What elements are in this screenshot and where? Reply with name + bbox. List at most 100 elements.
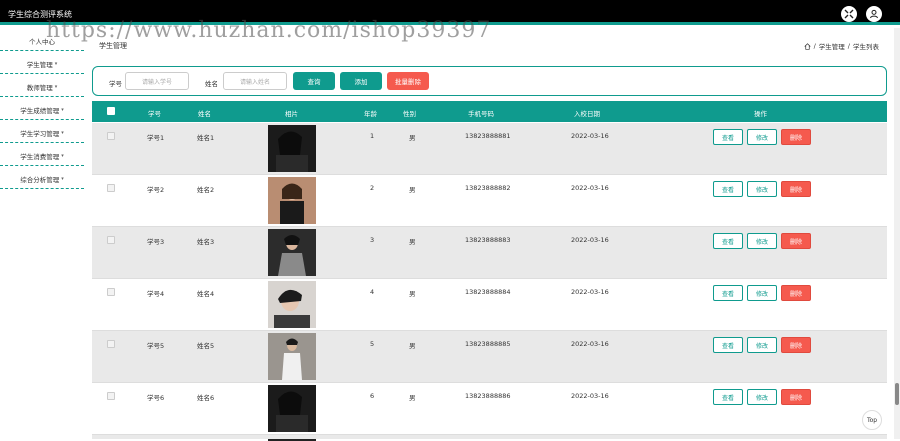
view-button[interactable]: 查看	[713, 129, 743, 145]
sidebar: 个人中心 学生管理 ▾ 教师管理 ▾ 学生成绩管理 ▾ 学生学习管理 ▾ 学生消…	[0, 28, 84, 439]
cell-date: 2022-03-16	[571, 392, 609, 400]
view-button[interactable]: 查看	[713, 389, 743, 405]
cell-student-no: 学号4	[147, 290, 165, 298]
cell-date: 2022-03-16	[571, 340, 609, 348]
column-header-name[interactable]: 姓名	[198, 108, 211, 118]
cell-gender: 男	[409, 238, 416, 246]
add-button[interactable]: 添加	[340, 72, 382, 90]
column-header-student-no[interactable]: 学号	[148, 108, 161, 118]
edit-button[interactable]: 修改	[747, 129, 777, 145]
cell-student-no: 学号1	[147, 134, 165, 142]
row-checkbox[interactable]	[107, 132, 115, 140]
sidebar-item-student-management[interactable]: 学生管理 ▾	[0, 54, 84, 74]
user-icon	[870, 9, 878, 19]
chevron-down-icon: ▾	[61, 152, 64, 159]
edit-button[interactable]: 修改	[747, 181, 777, 197]
home-icon[interactable]	[804, 42, 811, 50]
breadcrumb-level-1[interactable]: 学生管理	[819, 41, 845, 51]
sidebar-item-personal-center[interactable]: 个人中心	[0, 31, 84, 51]
cell-student-no: 学号2	[147, 186, 165, 194]
query-button[interactable]: 查询	[293, 72, 335, 90]
view-button[interactable]: 查看	[713, 285, 743, 301]
chevron-down-icon: ▾	[54, 83, 58, 90]
sidebar-item-consumption-management[interactable]: 学生消费管理 ▾	[0, 146, 84, 166]
sidebar-item-label: 学生成绩管理	[20, 106, 60, 115]
row-checkbox[interactable]	[107, 340, 115, 348]
student-photo	[268, 385, 316, 432]
student-no-input[interactable]: 请输入学号	[125, 72, 189, 90]
sidebar-item-teacher-management[interactable]: 教师管理 ▾	[0, 77, 84, 97]
cell-name: 姓名6	[197, 394, 215, 402]
column-header-date[interactable]: 入校日期	[574, 108, 600, 118]
top-bar: 学生综合测评系统	[0, 0, 900, 25]
cell-phone: 13823888883	[465, 236, 511, 244]
view-button[interactable]: 查看	[713, 337, 743, 353]
cell-gender: 男	[409, 342, 416, 350]
view-button[interactable]: 查看	[713, 233, 743, 249]
cell-gender: 男	[409, 186, 416, 194]
chevron-down-icon: ▾	[61, 106, 64, 113]
cell-gender: 男	[409, 134, 416, 142]
delete-button[interactable]: 删除	[781, 181, 811, 197]
row-checkbox[interactable]	[107, 184, 115, 192]
student-photo	[268, 229, 316, 276]
cell-student-no: 学号3	[147, 238, 165, 246]
batch-delete-button[interactable]: 批量删除	[387, 72, 429, 90]
column-header-age[interactable]: 年龄	[364, 108, 377, 118]
fullscreen-icon	[844, 9, 854, 19]
table-row: 学号2 姓名2 2 男 13823888882 2022-03-16 查看 修改…	[92, 175, 887, 227]
cell-student-no: 学号6	[147, 394, 165, 402]
back-to-top-button[interactable]: Top	[862, 410, 882, 430]
student-no-label: 学号	[109, 80, 122, 88]
sidebar-item-label: 个人中心	[29, 37, 55, 46]
table-row: 学号6 姓名6 6 男 13823888886 2022-03-16 查看 修改…	[92, 383, 887, 435]
column-header-actions: 操作	[754, 110, 767, 118]
sidebar-item-label: 学生消费管理	[20, 152, 60, 161]
delete-button[interactable]: 删除	[781, 285, 811, 301]
user-menu-button[interactable]	[866, 6, 882, 22]
delete-button[interactable]: 删除	[781, 337, 811, 353]
cell-name: 姓名2	[197, 186, 215, 194]
fullscreen-button[interactable]	[841, 6, 857, 22]
cell-age: 1	[370, 132, 375, 140]
sidebar-item-study-management[interactable]: 学生学习管理 ▾	[0, 123, 84, 143]
page-title: 学生管理	[99, 42, 127, 50]
cell-name: 姓名4	[197, 290, 215, 298]
breadcrumb-separator: /	[847, 42, 850, 50]
cell-phone: 13823888882	[465, 184, 511, 192]
name-label: 姓名	[205, 80, 218, 88]
table-row: 学号1 姓名1 1 男 13823888881 2022-03-16 查看 修改…	[92, 123, 887, 175]
view-button[interactable]: 查看	[713, 181, 743, 197]
breadcrumb: / 学生管理 / 学生列表	[804, 41, 879, 51]
cell-age: 6	[370, 392, 375, 400]
student-photo	[268, 437, 316, 441]
chevron-down-icon: ▾	[54, 60, 58, 67]
cell-phone: 13823888884	[465, 288, 511, 296]
edit-button[interactable]: 修改	[747, 389, 777, 405]
row-checkbox[interactable]	[107, 288, 115, 296]
cell-phone: 13823888881	[465, 132, 511, 140]
edit-button[interactable]: 修改	[747, 285, 777, 301]
name-input[interactable]: 请输入姓名	[223, 72, 287, 90]
column-header-phone[interactable]: 手机号码	[468, 108, 494, 118]
cell-age: 4	[370, 288, 375, 296]
column-header-photo: 相片	[285, 110, 298, 118]
row-checkbox[interactable]	[107, 392, 115, 400]
scrollbar-thumb[interactable]	[895, 383, 899, 405]
cell-age: 2	[370, 184, 375, 192]
sidebar-item-grade-management[interactable]: 学生成绩管理 ▾	[0, 100, 84, 120]
sidebar-item-analysis-management[interactable]: 综合分析管理 ▾	[0, 169, 84, 189]
edit-button[interactable]: 修改	[747, 233, 777, 249]
row-checkbox[interactable]	[107, 236, 115, 244]
edit-button[interactable]: 修改	[747, 337, 777, 353]
cell-age: 3	[370, 236, 375, 244]
delete-button[interactable]: 删除	[781, 233, 811, 249]
cell-date: 2022-03-16	[571, 184, 609, 192]
column-header-gender[interactable]: 性别	[403, 108, 416, 118]
delete-button[interactable]: 删除	[781, 389, 811, 405]
sidebar-item-label: 学生管理	[26, 60, 53, 69]
select-all-checkbox[interactable]	[107, 107, 115, 115]
app-title: 学生综合测评系统	[8, 10, 72, 19]
delete-button[interactable]: 删除	[781, 129, 811, 145]
scrollbar-track[interactable]	[894, 28, 900, 439]
